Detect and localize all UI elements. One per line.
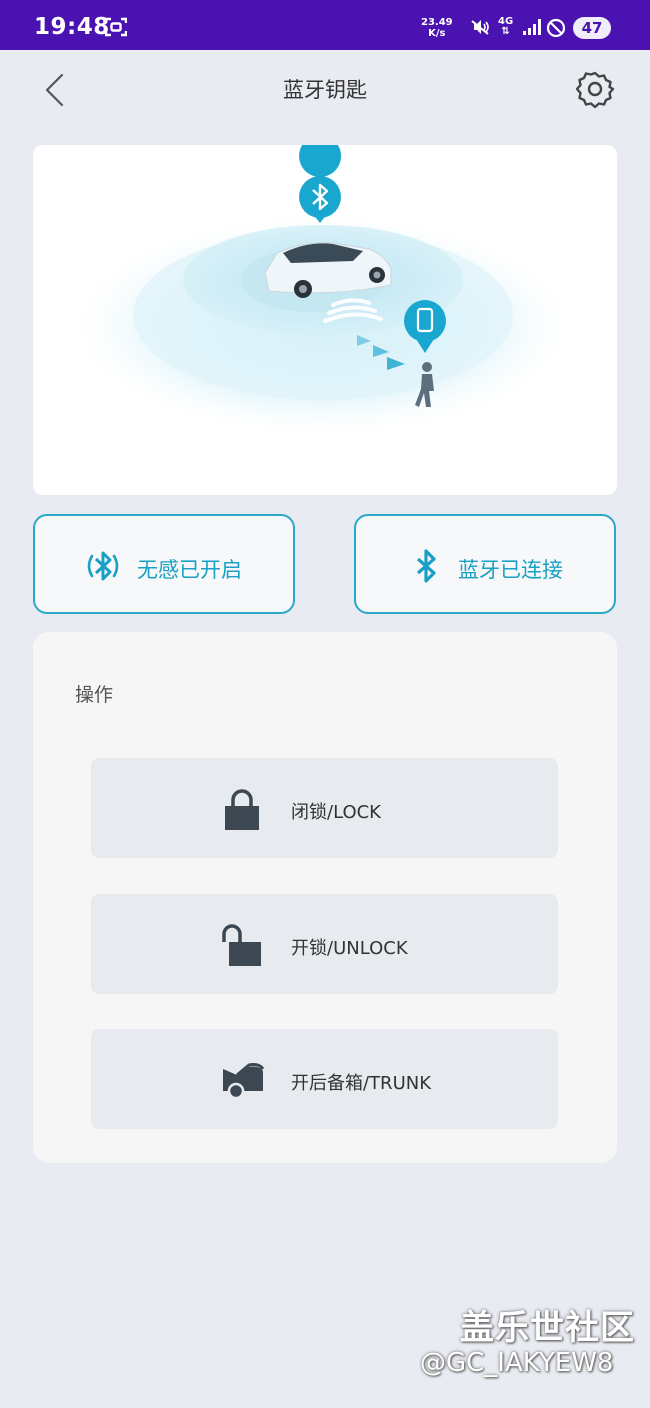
watermark-site: 盖乐世社区 xyxy=(460,1308,635,1348)
lock-button[interactable]: 闭锁/LOCK xyxy=(91,758,558,858)
trunk-label: 开后备箱/TRUNK xyxy=(291,1073,432,1094)
bluetooth-status-button[interactable]: 蓝牙已连接 xyxy=(354,514,616,614)
lock-label: 闭锁/LOCK xyxy=(291,802,381,823)
trunk-icon xyxy=(223,1063,265,1100)
operations-panel: 操作 闭锁/LOCK 开锁/UNLOCK 开后备箱/TRUNK xyxy=(33,632,617,1163)
unlock-icon xyxy=(222,924,261,966)
network-type: 4G ⇅ xyxy=(498,17,513,37)
page-title: 蓝牙钥匙 xyxy=(283,78,367,102)
trunk-button[interactable]: 开后备箱/TRUNK xyxy=(91,1029,558,1129)
operations-title: 操作 xyxy=(75,684,114,706)
status-bar: 19:48 23.49 K/s 4G ⇅ 47 xyxy=(0,0,650,50)
top-bar: 蓝牙钥匙 xyxy=(0,50,650,126)
do-not-disturb-icon xyxy=(546,18,566,38)
bluetooth-key-screen: 19:48 23.49 K/s 4G ⇅ 47 蓝牙钥匙 无感已开启 蓝牙已连接… xyxy=(0,0,650,1408)
settings-gear-icon[interactable] xyxy=(575,69,615,109)
screenshot-icon xyxy=(105,17,127,37)
bluetooth-status-label: 蓝牙已连接 xyxy=(458,558,563,582)
signal-icon xyxy=(523,19,541,35)
network-speed: 23.49 K/s xyxy=(421,17,453,39)
status-time: 19:48 xyxy=(34,14,110,40)
bluetooth-pin-icon xyxy=(299,145,342,223)
keyless-status-label: 无感已开启 xyxy=(137,558,242,582)
unlock-button[interactable]: 开锁/UNLOCK xyxy=(91,894,558,994)
vibrate-icon xyxy=(471,20,489,35)
car-phone-proximity-image xyxy=(63,145,583,440)
speed-value: 23.49 xyxy=(421,17,453,28)
lock-icon xyxy=(225,789,259,830)
bluetooth-key-illustration xyxy=(33,145,617,495)
battery-indicator: 47 xyxy=(573,17,611,39)
data-arrows-icon: ⇅ xyxy=(501,26,510,37)
keyless-status-button[interactable]: 无感已开启 xyxy=(33,514,295,614)
speed-unit: K/s xyxy=(428,28,446,39)
bluetooth-icon xyxy=(416,549,436,583)
bluetooth-keyless-icon xyxy=(87,551,119,581)
watermark-user: @GC_IAKYEW8 xyxy=(420,1348,614,1378)
unlock-label: 开锁/UNLOCK xyxy=(291,938,408,959)
